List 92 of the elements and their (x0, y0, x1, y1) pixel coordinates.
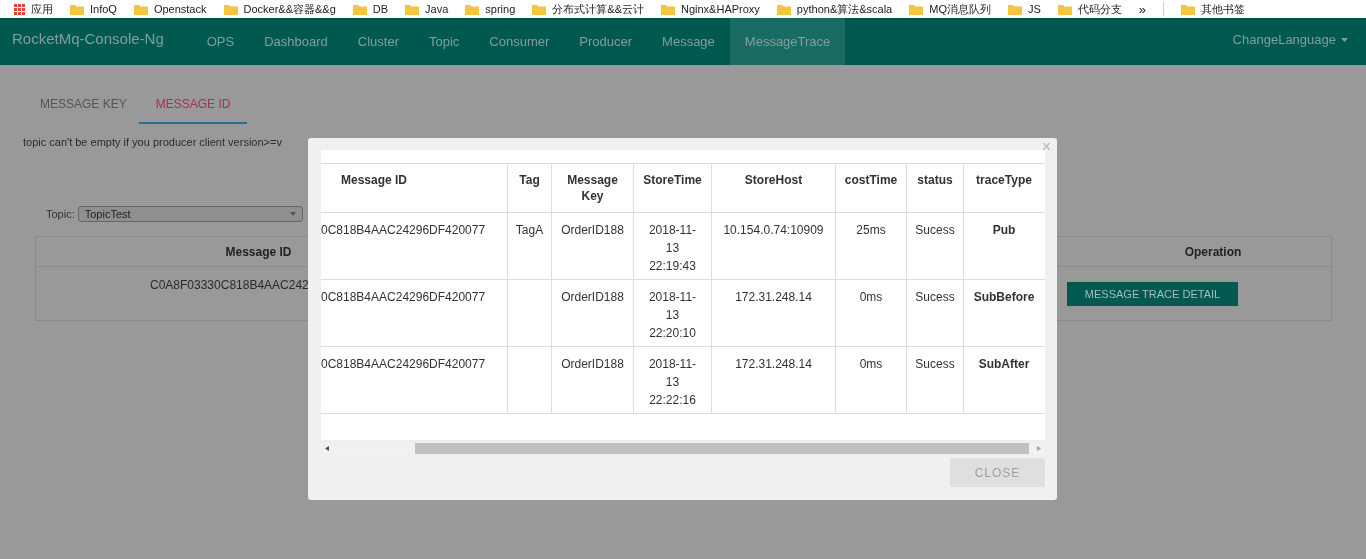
bookmark[interactable]: python&算法&scala (776, 3, 893, 15)
column-header: status (907, 164, 964, 212)
column-header: Message Key (552, 164, 634, 212)
table-cell-text: 2018-11-13 22:20:10 (647, 289, 698, 342)
bookmark[interactable]: Nginx&HAProxy (661, 3, 760, 15)
column-header: costTime (836, 164, 907, 212)
nav-item[interactable]: Consumer (474, 18, 565, 65)
table-cell: SubBefore (973, 290, 1035, 304)
folder-icon (223, 3, 238, 15)
nav-item[interactable]: Producer (564, 18, 648, 65)
bookmark[interactable]: Openstack (133, 3, 207, 15)
table-cell-text: 2018-11-13 22:19:43 (647, 222, 698, 275)
bookmark-label: 其他书签 (1201, 3, 1246, 15)
folder-icon (1057, 3, 1072, 15)
folder-icon (1181, 3, 1196, 15)
bookmark[interactable]: InfoQ (70, 3, 117, 15)
bookmark-label: MQ消息队列 (929, 3, 991, 15)
nav-item[interactable]: Cluster (342, 18, 414, 65)
topic-notice: topic can't be empty if you producer client version>=v (23, 135, 282, 150)
topic-label: Topic: (46, 206, 75, 222)
column-header: Operation (1183, 243, 1243, 261)
apps-grid-icon (14, 3, 25, 15)
bookmark-label: 分布式计算&&云计 (552, 3, 644, 15)
table-cell: 0C818B4AAC24296DF420077 (321, 357, 486, 371)
dropdown-caret-icon (289, 211, 296, 216)
bookmark[interactable]: DB (352, 3, 389, 15)
nav-item[interactable]: OPS (191, 18, 250, 65)
table-cell: SubAfter (978, 357, 1030, 371)
table-cell: OrderID188 (561, 290, 624, 304)
bookmark-label: 应用 (31, 3, 53, 15)
bookmark-label: spring (485, 3, 516, 15)
more-bookmarks-button[interactable]: » (1138, 2, 1147, 16)
folder-icon (532, 3, 547, 15)
bookmark[interactable]: spring (465, 3, 516, 15)
bookmark-label: Java (425, 3, 449, 15)
bookmark[interactable]: 其他书签 (1181, 3, 1246, 15)
folder-icon (1008, 3, 1022, 15)
bookmark-label: 代码分支 (1077, 3, 1122, 15)
column-header: Tag (508, 164, 552, 212)
table-cell: 172.31.248.14 (735, 357, 812, 371)
bookmark-label: Openstack (153, 3, 207, 15)
table-cell: 0ms (859, 357, 883, 371)
table-cell: Sucess (915, 223, 955, 237)
language-dropdown[interactable]: ChangeLanguage (1232, 14, 1366, 65)
table-cell: Sucess (915, 290, 955, 304)
bookmark-label: DB (372, 3, 389, 15)
table-cell: C0A8F03330C818B4AAC242 (150, 278, 309, 292)
table-cell: 25ms (856, 223, 886, 237)
table-cell: OrderID188 (561, 223, 624, 237)
column-header: StoreHost (712, 164, 836, 212)
table-cell: TagA (515, 223, 544, 237)
bookmark-label: Docker&&容器&&g (243, 3, 336, 15)
column-header: traceType (975, 172, 1033, 189)
tab[interactable]: MESSAGE KEY (28, 95, 139, 124)
table-cell: 10.154.0.74:10909 (723, 223, 824, 237)
table-cell: 0ms (859, 290, 883, 304)
folder-icon (465, 3, 480, 15)
nav-item[interactable]: Message (647, 18, 730, 65)
nav-item[interactable]: Dashboard (249, 18, 343, 65)
column-header: StoreTime (634, 164, 712, 212)
bookmark[interactable]: JS (1008, 3, 1041, 15)
bookmark-label: python&算法&scala (796, 3, 893, 15)
table-cell: Pub (992, 223, 1016, 237)
column-header: Message ID (321, 164, 508, 212)
folder-icon (909, 3, 924, 15)
table-cell: OrderID188 (561, 357, 624, 371)
folder-icon (352, 3, 367, 15)
table-cell: 0C818B4AAC24296DF420077 (321, 290, 486, 304)
brand-title[interactable]: RocketMq-Console-Ng (0, 28, 192, 51)
bookmark[interactable]: 分布式计算&&云计 (532, 3, 644, 15)
bookmark[interactable]: 应用 (14, 3, 53, 15)
caret-icon (1341, 37, 1348, 42)
folder-icon (405, 3, 420, 15)
bookmark[interactable]: 代码分支 (1057, 3, 1122, 15)
table-cell: 172.31.248.14 (735, 290, 812, 304)
bookmark-label: Nginx&HAProxy (681, 3, 760, 15)
table-cell-text: 2018-11-13 22:22:16 (647, 356, 698, 409)
bookmark[interactable]: MQ消息队列 (909, 3, 991, 15)
nav-item[interactable]: Topic (414, 18, 475, 65)
column-header: Message ID (224, 243, 293, 261)
folder-icon (661, 3, 675, 15)
table-cell: 0C818B4AAC24296DF420077 (321, 223, 486, 237)
table-cell: Sucess (915, 357, 955, 371)
folder-icon (133, 3, 148, 15)
bookmark-label: JS (1028, 3, 1041, 15)
bookmark[interactable]: Java (405, 3, 449, 15)
bookmark[interactable]: Docker&&容器&&g (223, 3, 336, 15)
bookmark-label: InfoQ (90, 3, 117, 15)
trace-detail-button[interactable]: MESSAGE TRACE DETAIL (1067, 282, 1238, 306)
folder-icon (70, 3, 84, 15)
folder-icon (776, 3, 791, 15)
topic-select[interactable]: TopicTest (77, 205, 303, 222)
